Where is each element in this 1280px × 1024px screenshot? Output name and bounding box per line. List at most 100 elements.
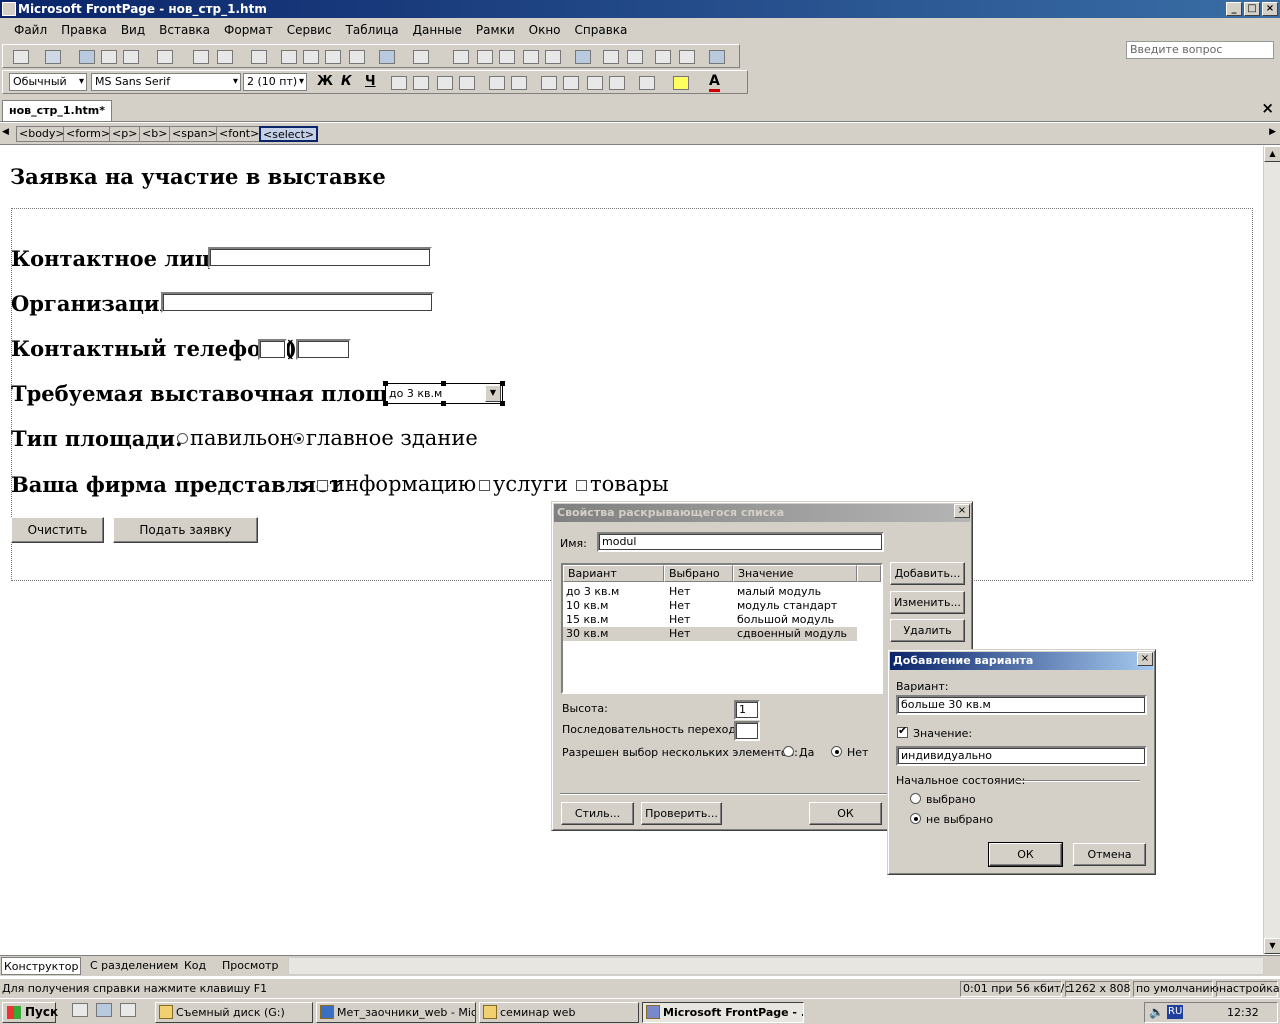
- preview-icon[interactable]: [217, 50, 233, 64]
- submit-button[interactable]: Подать заявку: [113, 517, 258, 543]
- align-right-icon[interactable]: [437, 76, 453, 90]
- style-combo[interactable]: Обычный: [9, 73, 87, 91]
- tag-font[interactable]: <font>: [216, 126, 263, 142]
- publish-icon[interactable]: [123, 50, 139, 64]
- tag-p[interactable]: <p>: [109, 126, 141, 142]
- decrease-indent-icon[interactable]: [587, 76, 603, 90]
- bullets-icon[interactable]: [563, 76, 579, 90]
- decrease-font-icon[interactable]: [511, 76, 527, 90]
- tab-code[interactable]: Код: [182, 957, 208, 975]
- numbering-icon[interactable]: [541, 76, 557, 90]
- menu-frames[interactable]: Рамки: [469, 20, 522, 40]
- tag-form[interactable]: <form>: [63, 126, 114, 142]
- borders-icon[interactable]: [639, 76, 655, 90]
- tab-split[interactable]: С разделением: [88, 957, 180, 975]
- help-question-box[interactable]: Введите вопрос: [1126, 41, 1274, 59]
- menu-insert[interactable]: Вставка: [152, 20, 217, 40]
- tag-select[interactable]: <select>: [259, 126, 319, 142]
- column-selected[interactable]: Выбрано: [664, 565, 733, 582]
- bold-button[interactable]: Ж: [317, 74, 333, 89]
- reset-button[interactable]: Очистить: [11, 517, 104, 543]
- menu-edit[interactable]: Правка: [54, 20, 114, 40]
- close-icon[interactable]: ×: [954, 504, 970, 518]
- outlook-icon[interactable]: [120, 1003, 136, 1017]
- horizontal-scrollbar[interactable]: [288, 957, 1264, 975]
- column-option[interactable]: Вариант: [563, 565, 664, 582]
- tag-scroll-right-icon[interactable]: ▶: [1269, 127, 1276, 137]
- pilcrow-icon[interactable]: [655, 50, 671, 64]
- main-building-radio[interactable]: [293, 433, 304, 444]
- minimize-button[interactable]: _: [1226, 2, 1242, 16]
- menu-tools[interactable]: Сервис: [280, 20, 339, 40]
- tab-order-input[interactable]: [734, 721, 760, 741]
- selected-radio[interactable]: [910, 793, 921, 804]
- validate-button[interactable]: Проверить...: [641, 802, 722, 825]
- tag-span[interactable]: <span>: [169, 126, 220, 142]
- taskbar-item-word-doc[interactable]: Мет_заочники_web - Mic...: [316, 1002, 476, 1023]
- insert-picture-icon[interactable]: [523, 50, 539, 64]
- start-button[interactable]: Пуск: [2, 1002, 58, 1023]
- copy-icon[interactable]: [303, 50, 319, 64]
- cut-icon[interactable]: [281, 50, 297, 64]
- tab-design[interactable]: Конструктор: [1, 957, 82, 975]
- menu-view[interactable]: Вид: [114, 20, 152, 40]
- remove-option-button[interactable]: Удалить: [890, 619, 965, 642]
- scroll-up-icon[interactable]: ▲: [1264, 146, 1280, 162]
- organization-input[interactable]: [161, 292, 434, 313]
- spelling-icon[interactable]: [251, 50, 267, 64]
- resize-handle[interactable]: [500, 381, 505, 386]
- information-checkbox[interactable]: [317, 480, 328, 491]
- menu-window[interactable]: Окно: [522, 20, 568, 40]
- format-painter-icon[interactable]: [349, 50, 365, 64]
- pavilion-radio[interactable]: [177, 433, 188, 444]
- modify-option-button[interactable]: Изменить...: [890, 591, 965, 614]
- options-list[interactable]: Вариант Выбрано Значение до 3 кв.м Нет мал…: [561, 563, 883, 694]
- column-value[interactable]: Значение: [733, 565, 857, 582]
- font-size-combo[interactable]: 2 (10 пт): [243, 73, 307, 91]
- option-input[interactable]: больше 30 кв.м: [896, 695, 1147, 715]
- undo-icon[interactable]: [379, 50, 395, 64]
- resize-handle[interactable]: [383, 401, 388, 406]
- increase-font-icon[interactable]: [489, 76, 505, 90]
- web-component-icon[interactable]: [157, 50, 173, 64]
- cancel-button[interactable]: Отмена: [1073, 843, 1146, 866]
- align-center-icon[interactable]: [413, 76, 429, 90]
- resize-handle[interactable]: [383, 381, 388, 386]
- taskbar-item-removable-disk[interactable]: Съемный диск (G:): [155, 1002, 313, 1023]
- hyperlink-icon[interactable]: [575, 50, 591, 64]
- tag-scroll-left-icon[interactable]: ◀: [2, 127, 9, 137]
- chevron-down-icon[interactable]: ▼: [485, 385, 501, 402]
- close-window-button[interactable]: ×: [1262, 2, 1278, 16]
- add-option-button[interactable]: Добавить...: [890, 562, 965, 585]
- taskbar-item-frontpage[interactable]: Microsoft FrontPage - ...: [642, 1002, 804, 1023]
- menu-data[interactable]: Данные: [406, 20, 469, 40]
- speaker-icon[interactable]: 🔈: [1149, 1003, 1164, 1022]
- internet-explorer-icon[interactable]: [96, 1003, 112, 1017]
- search-icon[interactable]: [101, 50, 117, 64]
- justify-icon[interactable]: [459, 76, 475, 90]
- multi-no-radio[interactable]: [831, 746, 842, 757]
- insert-table-icon[interactable]: [477, 50, 493, 64]
- increase-indent-icon[interactable]: [609, 76, 625, 90]
- ok-button[interactable]: ОК: [809, 802, 882, 825]
- list-item[interactable]: до 3 кв.м Нет малый модуль: [563, 585, 857, 599]
- web-component-insert-icon[interactable]: [453, 50, 469, 64]
- font-combo[interactable]: MS Sans Serif: [91, 73, 241, 91]
- show-desktop-icon[interactable]: [72, 1003, 88, 1017]
- status-resolution[interactable]: 1262 x 808: [1065, 981, 1131, 997]
- list-item-selected[interactable]: 30 кв.м Нет сдвоенный модуль: [563, 627, 857, 641]
- language-indicator[interactable]: RU: [1167, 1005, 1184, 1019]
- ok-button[interactable]: ОК: [988, 842, 1063, 867]
- tag-b[interactable]: <b>: [139, 126, 171, 142]
- services-checkbox[interactable]: [479, 480, 490, 491]
- italic-button[interactable]: К: [341, 74, 352, 89]
- menu-table[interactable]: Таблица: [339, 20, 406, 40]
- open-folder-icon[interactable]: [45, 50, 61, 64]
- close-document-icon[interactable]: ×: [1261, 99, 1274, 117]
- height-input[interactable]: 1: [734, 700, 760, 720]
- insert-layer-icon[interactable]: [499, 50, 515, 64]
- menu-format[interactable]: Формат: [217, 20, 280, 40]
- phone-code-input[interactable]: [258, 339, 287, 360]
- align-left-icon[interactable]: [391, 76, 407, 90]
- name-input[interactable]: modul: [597, 532, 884, 552]
